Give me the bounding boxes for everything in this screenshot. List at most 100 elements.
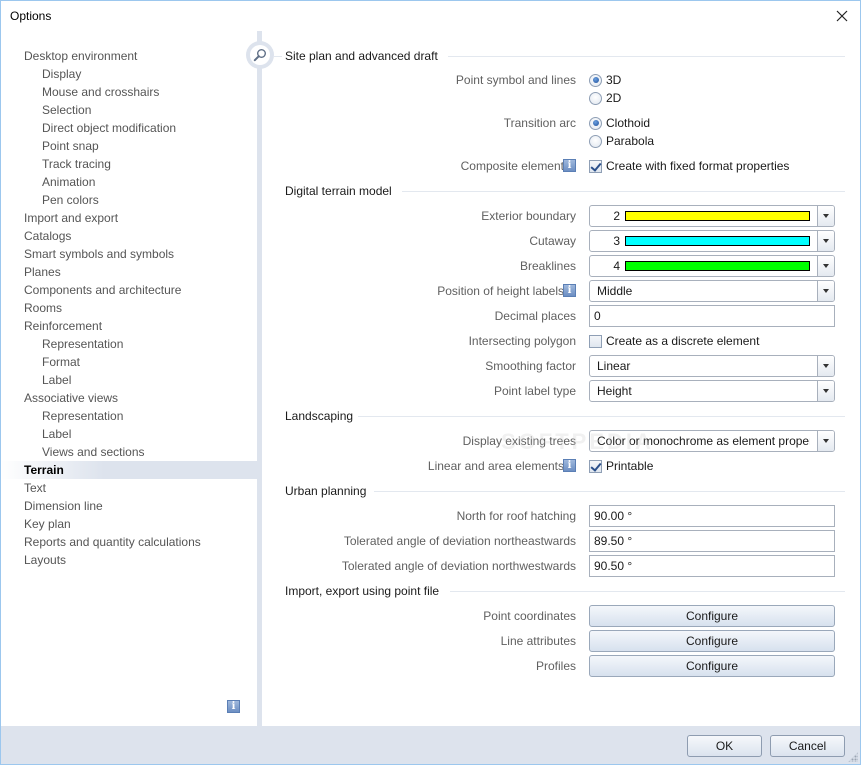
checkbox-label: Create with fixed format properties (606, 159, 790, 173)
intersecting-polygon-checkbox[interactable]: Create as a discrete element (589, 332, 759, 350)
group-divider (448, 56, 845, 57)
chevron-down-icon[interactable] (817, 256, 834, 276)
tree-item-point-snap[interactable]: Point snap (42, 137, 99, 155)
checkbox[interactable] (589, 459, 602, 473)
tree-item-pen-colors[interactable]: Pen colors (42, 191, 99, 209)
existing-trees-select[interactable]: Color or monochrome as element proper (589, 430, 835, 452)
tree-item-reinforcement[interactable]: Reinforcement (24, 317, 102, 335)
deviation-nw-label: Tolerated angle of deviation northwestwa… (341, 559, 576, 573)
existing-trees-label: Display existing trees (462, 434, 576, 448)
tree-item-selection[interactable]: Selection (42, 101, 91, 119)
tree-item-smart-symbols-and-symbols[interactable]: Smart symbols and symbols (24, 245, 174, 263)
exterior-boundary-color-select[interactable]: 2 (589, 205, 835, 227)
tree-item-desktop-environment[interactable]: Desktop environment (24, 47, 137, 65)
tree-item-animation[interactable]: Animation (42, 173, 95, 191)
height-labels-select[interactable]: Middle (589, 280, 835, 302)
info-icon[interactable]: i (563, 284, 576, 297)
tree-item-display[interactable]: Display (42, 65, 81, 83)
resize-grip[interactable] (848, 752, 858, 762)
chevron-down-icon[interactable] (817, 381, 834, 401)
select-value: Color or monochrome as element proper (597, 434, 810, 448)
breaklines-label: Breaklines (519, 259, 576, 273)
tree-item-text[interactable]: Text (24, 479, 46, 497)
chevron-down-icon[interactable] (817, 356, 834, 376)
group-title-point-file: Import, export using point file (285, 584, 440, 598)
checkbox[interactable] (589, 159, 602, 173)
group-divider (450, 591, 845, 592)
radio-parabola[interactable]: Parabola (589, 132, 654, 150)
deviation-ne-input[interactable] (589, 530, 835, 552)
cancel-button[interactable]: Cancel (770, 735, 845, 757)
options-tree: Desktop environment Display Mouse and cros… (1, 31, 257, 726)
tree-item-layouts[interactable]: Layouts (24, 551, 66, 569)
tree-item-terrain[interactable]: Terrain (1, 461, 257, 479)
tree-item-associative-views[interactable]: Associative views (24, 389, 118, 407)
info-icon[interactable]: i (563, 159, 576, 172)
close-icon (836, 10, 848, 22)
color-number: 3 (613, 234, 620, 248)
tree-item-planes[interactable]: Planes (24, 263, 61, 281)
configure-point-coordinates-button[interactable]: Configure (589, 605, 835, 627)
printable-checkbox[interactable]: Printable (589, 457, 653, 475)
decimal-places-input[interactable] (589, 305, 835, 327)
point-label-type-select[interactable]: Height (589, 380, 835, 402)
radio-button[interactable] (589, 134, 602, 148)
tree-item-import-and-export[interactable]: Import and export (24, 209, 118, 227)
tree-item-catalogs[interactable]: Catalogs (24, 227, 71, 245)
tree-item-components-and-architecture[interactable]: Components and architecture (24, 281, 181, 299)
group-title-site-plan: Site plan and advanced draft (285, 49, 438, 63)
deviation-ne-label: Tolerated angle of deviation northeastwa… (343, 534, 576, 548)
chevron-down-icon[interactable] (817, 281, 834, 301)
checkbox[interactable] (589, 334, 602, 348)
configure-line-attributes-button[interactable]: Configure (589, 630, 835, 652)
radio-2d[interactable]: 2D (589, 89, 621, 107)
select-value: Height (597, 384, 632, 398)
smoothing-factor-select[interactable]: Linear (589, 355, 835, 377)
tree-item-reports-and-quantity-calculations[interactable]: Reports and quantity calculations (24, 533, 201, 551)
tree-item-representation[interactable]: Representation (42, 335, 123, 353)
breaklines-color-select[interactable]: 4 (589, 255, 835, 277)
tree-item-mouse-and-crosshairs[interactable]: Mouse and crosshairs (42, 83, 159, 101)
deviation-nw-input[interactable] (589, 555, 835, 577)
line-attributes-label: Line attributes (500, 634, 576, 648)
ok-button[interactable]: OK (687, 735, 762, 757)
chevron-down-icon[interactable] (817, 231, 834, 251)
tree-item-views-and-sections[interactable]: Views and sections (42, 443, 145, 461)
radio-button[interactable] (589, 116, 602, 130)
window-title: Options (10, 9, 52, 23)
decimal-places-label: Decimal places (494, 309, 576, 323)
cutaway-color-select[interactable]: 3 (589, 230, 835, 252)
north-roof-input[interactable] (589, 505, 835, 527)
tree-item-direct-object-modification[interactable]: Direct object modification (42, 119, 176, 137)
composite-checkbox[interactable]: Create with fixed format properties (589, 157, 789, 175)
select-value: Linear (597, 359, 631, 373)
tree-item-representation[interactable]: Representation (42, 407, 123, 425)
point-label-type-label: Point label type (493, 384, 576, 398)
configure-profiles-button[interactable]: Configure (589, 655, 835, 677)
tree-item-track-tracing[interactable]: Track tracing (42, 155, 111, 173)
radio-3d[interactable]: 3D (589, 71, 621, 89)
checkbox-label: Create as a discrete element (606, 334, 760, 348)
tree-item-dimension-line[interactable]: Dimension line (24, 497, 103, 515)
height-labels-label: Position of height labels (437, 284, 564, 298)
tree-item-key-plan[interactable]: Key plan (24, 515, 71, 533)
tree-item-label[interactable]: Label (42, 425, 71, 443)
point-symbol-label: Point symbol and lines (455, 73, 576, 87)
tree-item-label[interactable]: Label (42, 371, 71, 389)
close-button[interactable] (830, 4, 854, 28)
smoothing-factor-label: Smoothing factor (485, 359, 576, 373)
intersecting-polygon-label: Intersecting polygon (468, 334, 576, 348)
exterior-boundary-label: Exterior boundary (481, 209, 576, 223)
radio-button[interactable] (589, 91, 602, 105)
info-icon[interactable]: i (563, 459, 576, 472)
linear-area-label: Linear and area elements (427, 459, 564, 473)
radio-button[interactable] (589, 73, 602, 87)
chevron-down-icon[interactable] (817, 431, 834, 451)
radio-clothoid[interactable]: Clothoid (589, 114, 650, 132)
chevron-down-icon[interactable] (817, 206, 834, 226)
group-title-landscaping: Landscaping (285, 409, 354, 423)
info-icon[interactable]: i (227, 700, 240, 713)
group-divider (374, 491, 845, 492)
tree-item-format[interactable]: Format (42, 353, 80, 371)
tree-item-rooms[interactable]: Rooms (24, 299, 62, 317)
